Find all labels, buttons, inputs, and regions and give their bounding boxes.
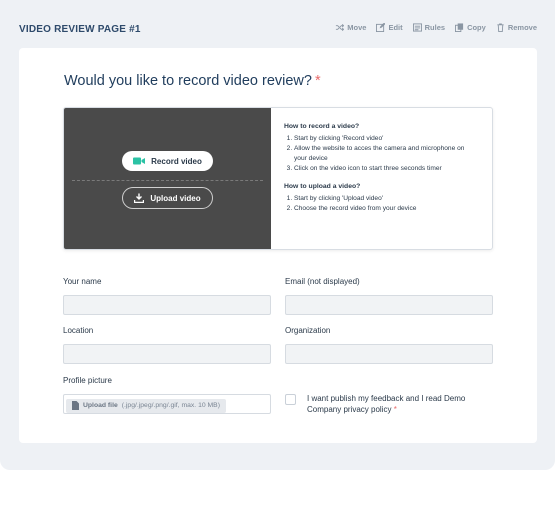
upload-file-label: Upload file	[83, 402, 118, 409]
email-label: Email (not displayed)	[285, 277, 360, 286]
email-input[interactable]	[285, 295, 493, 315]
video-instructions: How to record a video? Start by clicking…	[271, 108, 492, 249]
location-label: Location	[63, 326, 94, 335]
video-camera-icon	[133, 157, 146, 165]
copy-label: Copy	[467, 23, 486, 32]
organization-input[interactable]	[285, 344, 493, 364]
your-name-label: Your name	[63, 277, 102, 286]
upload-video-label: Upload video	[150, 193, 201, 203]
upload-file-hint: (.jpg/.jpeg/.png/.gif, max. 10 MB)	[121, 402, 220, 409]
record-help-steps: Start by clicking 'Record video' Allow t…	[284, 134, 479, 175]
upload-help-step: Choose the record video from your device	[294, 204, 479, 214]
upload-help-step: Start by clicking 'Upload video'	[294, 194, 479, 204]
required-mark: *	[314, 73, 321, 89]
file-icon	[72, 401, 79, 410]
video-review-widget: Record video Upload video How to record …	[63, 107, 493, 250]
trash-icon	[497, 23, 504, 32]
question-text: Would you like to record video review?	[64, 73, 312, 89]
copy-icon	[455, 23, 464, 32]
record-help-step: Allow the website to acces the camera an…	[294, 144, 479, 164]
record-help-step: Click on the video icon to start three s…	[294, 164, 479, 174]
consent-label: I want publish my feedback and I read De…	[307, 393, 497, 415]
form-card: Would you like to record video review? * …	[19, 48, 537, 443]
video-action-panel: Record video Upload video	[64, 108, 271, 249]
profile-picture-field: Upload file (.jpg/.jpeg/.png/.gif, max. …	[63, 394, 271, 414]
your-name-input[interactable]	[63, 295, 271, 315]
rules-button[interactable]: Rules	[412, 23, 446, 32]
rules-label: Rules	[424, 23, 446, 32]
upload-file-button[interactable]: Upload file (.jpg/.jpeg/.png/.gif, max. …	[66, 398, 226, 413]
move-icon	[336, 24, 345, 31]
organization-label: Organization	[285, 326, 331, 335]
copy-button[interactable]: Copy	[455, 23, 486, 32]
edit-label: Edit	[388, 23, 403, 32]
rules-icon	[412, 23, 422, 32]
upload-help-steps: Start by clicking 'Upload video' Choose …	[284, 194, 479, 214]
record-help-title: How to record a video?	[284, 123, 360, 130]
question-title: Would you like to record video review? *	[64, 73, 321, 89]
record-video-label: Record video	[151, 156, 202, 166]
page-toolbar: Move Edit Rules Copy Remove	[335, 23, 537, 32]
remove-label: Remove	[507, 23, 537, 32]
upload-video-button[interactable]: Upload video	[122, 187, 213, 209]
consent-required-mark: *	[393, 405, 397, 415]
upload-help-title: How to upload a video?	[284, 183, 361, 191]
record-video-button[interactable]: Record video	[122, 151, 213, 171]
consent-checkbox[interactable]	[285, 394, 296, 405]
page-title: VIDEO REVIEW PAGE #1	[19, 24, 141, 35]
remove-button[interactable]: Remove	[496, 23, 537, 32]
record-help-step: Start by clicking 'Record video'	[294, 134, 479, 144]
move-label: Move	[347, 23, 367, 32]
profile-picture-label: Profile picture	[63, 376, 112, 385]
upload-icon	[134, 193, 145, 203]
edit-icon	[376, 23, 386, 32]
consent-text: I want publish my feedback and I read De…	[307, 394, 466, 415]
edit-button[interactable]: Edit	[376, 23, 403, 32]
move-button[interactable]: Move	[335, 23, 366, 32]
form-page-container: VIDEO REVIEW PAGE #1 Move Edit Rules Cop…	[0, 0, 555, 470]
divider	[72, 180, 263, 181]
location-input[interactable]	[63, 344, 271, 364]
